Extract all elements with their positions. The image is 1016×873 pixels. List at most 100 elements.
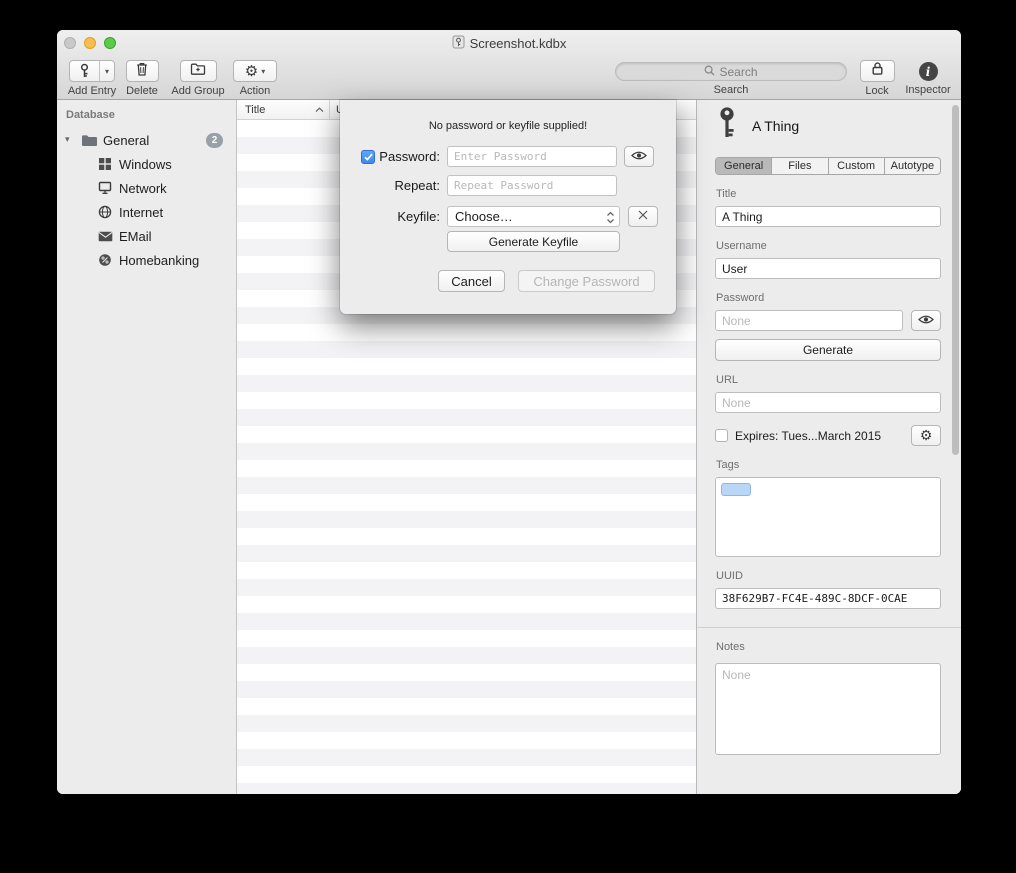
uuid-label: UUID: [716, 570, 941, 582]
padlock-icon: [871, 61, 884, 81]
sidebar-item-label: Internet: [119, 205, 163, 220]
delete-button[interactable]: Delete: [121, 60, 163, 97]
password-field[interactable]: [715, 310, 903, 331]
password-checkbox[interactable]: [361, 150, 375, 164]
entry-count-badge: 2: [206, 133, 223, 148]
uuid-field[interactable]: [715, 588, 941, 609]
folder-icon: [190, 62, 206, 81]
add-entry-label: Add Entry: [68, 85, 116, 97]
search-area: Search Search: [615, 60, 847, 96]
notes-label: Notes: [716, 641, 941, 653]
sidebar-item-label: Windows: [119, 157, 172, 172]
chevron-down-icon[interactable]: ▾: [99, 61, 114, 81]
sidebar: Database ▾ General 2 Windows Networ: [57, 100, 237, 794]
repeat-label: Repeat:: [394, 178, 440, 193]
expires-label: Expires: Tues...March 2015: [735, 429, 904, 443]
sidebar-item-email[interactable]: EMail: [57, 224, 236, 248]
tab-general[interactable]: General: [716, 158, 772, 174]
search-input[interactable]: Search: [615, 62, 847, 81]
reveal-password-button[interactable]: [911, 310, 941, 331]
tags-field[interactable]: [715, 477, 941, 557]
notes-field[interactable]: [715, 663, 941, 755]
title-field[interactable]: [715, 206, 941, 227]
eye-icon: [631, 149, 647, 164]
add-group-button[interactable]: Add Group: [165, 60, 231, 97]
globe-icon: [96, 204, 114, 220]
envelope-icon: [96, 228, 114, 244]
document-icon: [452, 35, 465, 52]
cancel-button[interactable]: Cancel: [438, 270, 505, 292]
dialog-buttons: Cancel Change Password: [438, 270, 655, 292]
search-label: Search: [714, 84, 749, 96]
sidebar-item-label: Homebanking: [119, 253, 199, 268]
sidebar-item-network[interactable]: Network: [57, 176, 236, 200]
tab-custom[interactable]: Custom: [829, 158, 885, 174]
reveal-password-button[interactable]: [624, 146, 654, 167]
lock-button[interactable]: Lock: [858, 60, 896, 97]
sidebar-section-header: Database: [57, 109, 236, 124]
repeat-row: Repeat:: [360, 175, 656, 196]
action-label: Action: [240, 85, 271, 97]
sidebar-item-windows[interactable]: Windows: [57, 152, 236, 176]
expires-settings-button[interactable]: ⚙: [911, 425, 941, 446]
key-icon: [70, 61, 99, 81]
sidebar-item-label: General: [103, 133, 149, 148]
keyfile-row: Keyfile: Choose…: [360, 206, 656, 227]
keyfile-popup[interactable]: Choose…: [447, 206, 620, 227]
tags-label: Tags: [716, 459, 941, 471]
inspector-button[interactable]: i Inspector: [900, 60, 956, 96]
add-entry-button[interactable]: ▾ Add Entry: [64, 60, 120, 97]
monitor-icon: [96, 180, 114, 196]
url-field[interactable]: [715, 392, 941, 413]
lock-label: Lock: [865, 85, 888, 97]
titlebar[interactable]: Screenshot.kdbx: [57, 30, 961, 56]
trash-icon: [135, 61, 149, 82]
chevron-down-icon: ▾: [261, 67, 265, 76]
coin-icon: [96, 252, 114, 268]
url-label: URL: [716, 374, 941, 386]
window-chrome: Screenshot.kdbx ▾ Add Entry: [57, 30, 961, 100]
eye-icon: [918, 313, 934, 328]
username-field[interactable]: [715, 258, 941, 279]
dialog-message: No password or keyfile supplied!: [340, 120, 676, 132]
gear-icon: ⚙: [245, 64, 258, 79]
keyfile-popup-value: Choose…: [455, 209, 513, 224]
sidebar-item-general[interactable]: ▾ General 2: [57, 128, 236, 152]
app-window: Screenshot.kdbx ▾ Add Entry: [57, 30, 961, 794]
folder-icon: [80, 132, 98, 148]
sidebar-item-homebanking[interactable]: Homebanking: [57, 248, 236, 272]
tag-chip[interactable]: [721, 483, 751, 496]
disclosure-triangle-icon[interactable]: ▾: [65, 135, 80, 145]
sort-ascending-icon: [315, 104, 324, 116]
change-password-dialog: No password or keyfile supplied! Passwor…: [340, 100, 676, 314]
username-label: Username: [716, 240, 941, 252]
windows-grid-icon: [96, 156, 114, 172]
section-divider: [697, 627, 961, 628]
generate-keyfile-button[interactable]: Generate Keyfile: [447, 231, 620, 252]
repeat-password-input[interactable]: [447, 175, 617, 196]
tab-autotype[interactable]: Autotype: [885, 158, 940, 174]
window-title: Screenshot.kdbx: [57, 30, 961, 56]
inspector-label: Inspector: [905, 84, 950, 96]
window-title-text: Screenshot.kdbx: [470, 36, 567, 51]
toolbar: ▾ Add Entry Delete Add Group: [57, 56, 961, 100]
action-button[interactable]: ⚙ ▾ Action: [231, 60, 279, 97]
sidebar-item-label: EMail: [119, 229, 152, 244]
password-label: Password: [716, 292, 941, 304]
title-label: Title: [716, 188, 941, 200]
popup-chevrons-icon: [605, 210, 616, 228]
change-password-button[interactable]: Change Password: [518, 270, 655, 292]
clear-keyfile-button[interactable]: [628, 206, 658, 227]
sidebar-item-internet[interactable]: Internet: [57, 200, 236, 224]
expires-row: Expires: Tues...March 2015 ⚙: [715, 425, 941, 446]
entry-header: A Thing: [715, 107, 941, 144]
inspector-scrollbar[interactable]: [952, 105, 959, 455]
generate-password-button[interactable]: Generate: [715, 339, 941, 361]
password-input[interactable]: [447, 146, 617, 167]
column-header-title[interactable]: Title: [237, 100, 330, 119]
expires-checkbox[interactable]: [715, 429, 728, 442]
gear-icon: ⚙: [920, 429, 933, 443]
key-icon: [715, 106, 739, 145]
inspector-panel: A Thing General Files Custom Autotype Ti…: [697, 100, 961, 794]
tab-files[interactable]: Files: [772, 158, 828, 174]
